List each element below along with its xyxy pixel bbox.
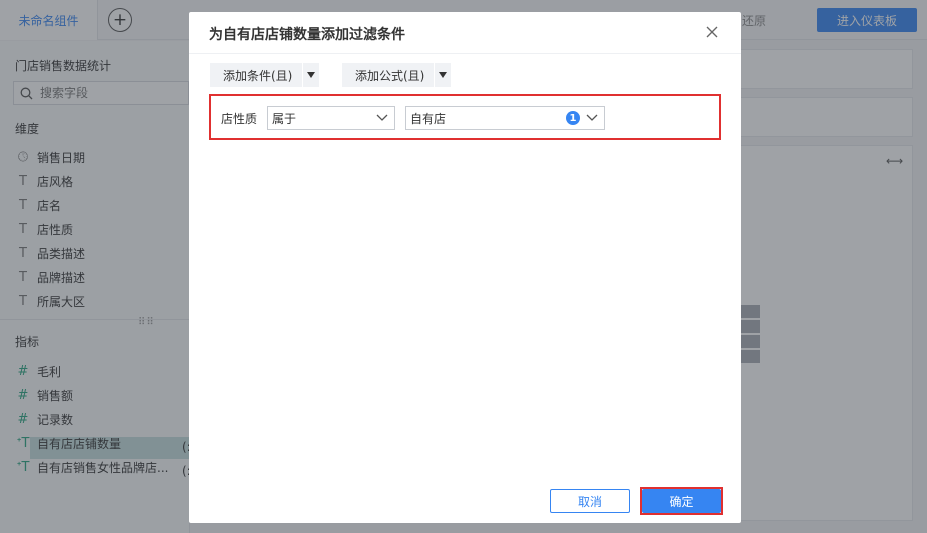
add-condition-dropdown[interactable] (302, 63, 319, 87)
value-select[interactable]: 自有店 1 (405, 106, 605, 130)
close-icon (706, 26, 718, 38)
condition-field-label: 店性质 (221, 112, 258, 126)
chevron-down-icon (376, 114, 388, 121)
dialog-divider (189, 53, 741, 54)
operator-select[interactable]: 属于 (267, 106, 395, 130)
selected-count-badge: 1 (566, 111, 580, 125)
confirm-button[interactable]: 确定 (642, 489, 721, 513)
caret-down-icon (439, 72, 448, 78)
filter-dialog: 为自有店店铺数量添加过滤条件 添加条件(且) 添加公式(且) 店性质 属于 自有… (189, 12, 741, 523)
caret-down-icon (307, 72, 316, 78)
add-condition-button: 添加条件(且) (210, 63, 320, 87)
chevron-down-icon (586, 114, 598, 121)
operator-value: 属于 (272, 111, 297, 126)
add-formula-button: 添加公式(且) (342, 63, 452, 87)
dialog-title: 为自有店店铺数量添加过滤条件 (209, 27, 405, 43)
add-formula-label[interactable]: 添加公式(且) (342, 63, 434, 87)
add-condition-label[interactable]: 添加条件(且) (210, 63, 302, 87)
close-button[interactable] (704, 24, 720, 40)
cancel-button[interactable]: 取消 (550, 489, 630, 513)
value-text: 自有店 (410, 111, 447, 126)
add-formula-dropdown[interactable] (434, 63, 451, 87)
condition-row: 店性质 属于 自有店 1 (209, 94, 721, 140)
